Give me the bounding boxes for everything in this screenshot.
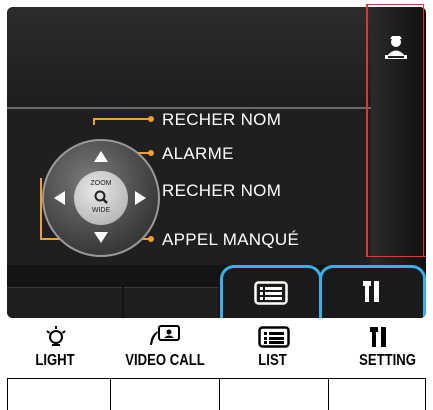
video-call-label: VIDEO CALL [125, 352, 205, 369]
selection-frame [366, 4, 424, 257]
light-label: LIGHT [35, 352, 75, 369]
tools-icon [363, 281, 379, 302]
light-button[interactable] [7, 378, 111, 410]
magnifier-icon [94, 190, 108, 204]
zoom-label: ZOOM [90, 180, 112, 187]
tab-setting[interactable] [319, 265, 426, 318]
setting-button[interactable] [328, 378, 426, 410]
light-bulb-icon [46, 326, 66, 346]
wide-label: WIDE [91, 207, 111, 214]
tab-light[interactable] [7, 287, 122, 318]
video-call-button[interactable] [110, 378, 220, 410]
arrow-down-icon [94, 232, 108, 243]
tab-list[interactable] [220, 265, 322, 318]
tab-video-call[interactable] [124, 287, 218, 318]
zoom-button[interactable]: ZOOM WIDE [74, 171, 128, 225]
selection-frame-tick [418, 256, 426, 257]
arrow-right-icon [135, 191, 146, 205]
list-icon [254, 281, 288, 305]
tools-icon-hw [370, 327, 386, 347]
menu-item-search-name-2[interactable]: RECHER NOM [162, 181, 281, 201]
display-screen: ZOOM WIDE RECHER NOM ALARME RECHER NOM A… [7, 7, 426, 318]
arrow-up-icon [94, 151, 108, 162]
dpad-control[interactable]: ZOOM WIDE [42, 139, 160, 257]
video-call-icon [150, 325, 180, 345]
setting-label: SETTING [359, 352, 416, 369]
menu-item-search-name[interactable]: RECHER NOM [162, 110, 281, 130]
arrow-left-icon [54, 191, 65, 205]
list-button[interactable] [219, 378, 329, 410]
menu-item-alarm[interactable]: ALARME [162, 144, 234, 164]
list-label: LIST [258, 352, 287, 369]
menu-item-missed-call[interactable]: APPEL MANQUÉ [162, 230, 299, 250]
list-icon-hw [258, 326, 290, 348]
